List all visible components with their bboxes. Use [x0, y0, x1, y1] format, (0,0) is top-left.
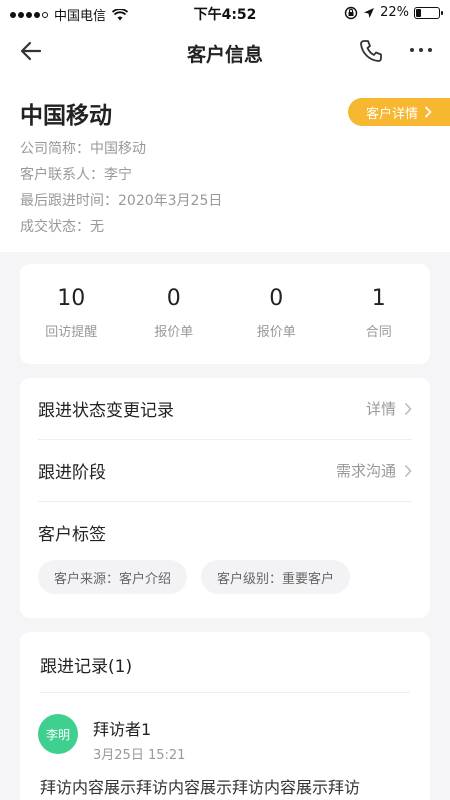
tag-source[interactable]: 客户来源：客户介绍 [38, 560, 188, 594]
status-record-action: 详情 [366, 398, 412, 419]
stat-quote-1[interactable]: 0 报价单 [123, 264, 226, 364]
chevron-right-icon [424, 106, 432, 118]
customer-detail-button[interactable]: 客户详情 [348, 98, 450, 126]
battery-fill [416, 8, 421, 17]
status-record-title: 跟进状态变更记录 [38, 401, 174, 421]
avatar: 李明 [38, 714, 78, 754]
stat-visit-reminder[interactable]: 10 回访提醒 [20, 264, 123, 364]
stat-label: 报价单 [256, 325, 296, 340]
short-name-line: 公司简称：中国移动 [20, 141, 146, 157]
follow-stage-action: 需求沟通 [336, 460, 412, 481]
visit-time: 3月25日 15:21 [93, 748, 186, 763]
orientation-lock-icon [344, 6, 358, 19]
chevron-right-icon [404, 464, 412, 477]
phone-icon[interactable] [358, 38, 384, 64]
stat-contract[interactable]: 1 合同 [328, 264, 431, 364]
customer-tags: 客户来源：客户介绍 客户级别：重要客户 [38, 560, 351, 594]
stat-label: 合同 [365, 325, 392, 340]
battery-icon [414, 6, 443, 19]
visit-content[interactable]: 拜访内容展示拜访内容展示拜访内容展示拜访 [40, 774, 420, 798]
follow-card: 跟进状态变更记录 详情 跟进阶段 需求沟通 客户标签 客户来源：客户介绍 客户级… [20, 378, 430, 618]
stat-value: 0 [269, 286, 284, 311]
deal-status-line: 成交状态：无 [20, 219, 104, 235]
status-record-row[interactable]: 跟进状态变更记录 详情 [38, 378, 412, 440]
navigation-bar: 客户信息 [0, 26, 450, 78]
stat-value: 10 [57, 286, 86, 311]
stats-card: 10 回访提醒 0 报价单 0 报价单 1 合同 [20, 264, 430, 364]
location-arrow-icon [364, 7, 375, 18]
company-name: 中国移动 [20, 103, 112, 129]
last-follow-line: 最后跟进时间：2020年3月25日 [20, 193, 223, 209]
stat-quote-2[interactable]: 0 报价单 [225, 264, 328, 364]
customer-header: 中国移动 客户详情 公司简称：中国移动 客户联系人：李宁 最后跟进时间：2020… [0, 78, 450, 252]
follow-stage-title: 跟进阶段 [38, 463, 106, 483]
contact-line: 客户联系人：李宁 [20, 167, 132, 183]
tag-level[interactable]: 客户级别：重要客户 [201, 560, 351, 594]
status-bar: 中国电信 下午4:52 22% [0, 0, 450, 26]
customer-detail-label: 客户详情 [365, 106, 418, 122]
visitor-name: 拜访者1 [93, 720, 152, 739]
stat-label: 报价单 [154, 325, 194, 340]
records-title: 跟进记录(1) [40, 657, 133, 677]
status-record-detail-label: 详情 [365, 400, 396, 418]
follow-records-card: 跟进记录(1) 李明 拜访者1 3月25日 15:21 拜访内容展示拜访内容展示… [20, 632, 430, 800]
divider [40, 692, 410, 693]
stat-label: 回访提醒 [45, 325, 98, 340]
chevron-right-icon [404, 402, 412, 415]
stat-value: 0 [166, 286, 181, 311]
follow-stage-value: 需求沟通 [335, 462, 396, 480]
follow-stage-row[interactable]: 跟进阶段 需求沟通 [38, 440, 412, 502]
stat-value: 1 [371, 286, 386, 311]
status-right: 22% [344, 5, 443, 20]
battery-percent: 22% [380, 5, 409, 20]
more-options-icon[interactable] [410, 48, 432, 52]
customer-tags-title: 客户标签 [38, 525, 106, 545]
